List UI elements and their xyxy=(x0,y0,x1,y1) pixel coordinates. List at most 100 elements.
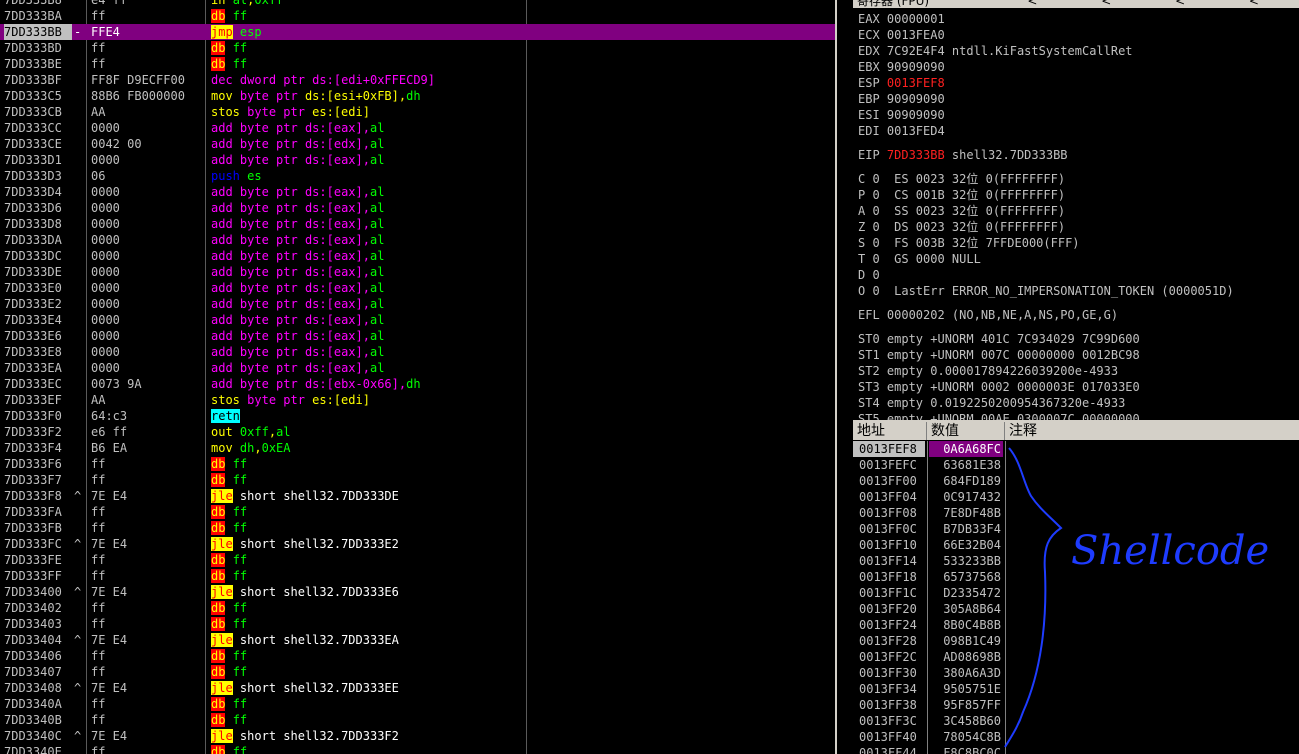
register-line[interactable]: P 0 CS 001B 32位 0(FFFFFFFF) xyxy=(858,187,1298,203)
stack-header-value[interactable]: 数值 xyxy=(927,422,1005,440)
stack-row[interactable]: 0013FF1C D2335472 xyxy=(853,585,1299,601)
register-value-changed[interactable]: 7DD333BB xyxy=(887,148,945,162)
stack-row[interactable]: 0013FF44 F8C8BC0C xyxy=(853,745,1299,754)
register-line[interactable]: ST1 empty +UNORM 007C 00000000 0012BC98 xyxy=(858,347,1298,363)
disasm-row[interactable]: 7DD333D1 0000 add byte ptr ds:[eax],al xyxy=(0,152,835,168)
disasm-row[interactable]: 7DD3340C ^ 7E E4 jle short shell32.7DD333F2 xyxy=(0,728,835,744)
stack-row[interactable]: 0013FF10 66E32B04 xyxy=(853,537,1299,553)
stack-row[interactable]: 0013FEFC 63681E38 xyxy=(853,457,1299,473)
register-line[interactable]: A 0 SS 0023 32位 0(FFFFFFFF) xyxy=(858,203,1298,219)
register-line[interactable]: EIP 7DD333BB shell32.7DD333BB xyxy=(858,147,1298,163)
stack-pane[interactable]: 地址 数值 注释 0013FEF8 0A6A68FC 0013FEFC 63681E3… xyxy=(853,422,1299,754)
register-line[interactable]: T 0 GS 0000 NULL xyxy=(858,251,1298,267)
disasm-row[interactable]: 7DD333CE 0042 00 add byte ptr ds:[edx],al xyxy=(0,136,835,152)
stack-row[interactable]: 0013FF3C 3C458B60 xyxy=(853,713,1299,729)
disasm-row[interactable]: 7DD333CB AA stos byte ptr es:[edi] xyxy=(0,104,835,120)
disasm-row[interactable]: 7DD333F0 64:c3 retn xyxy=(0,408,835,424)
disasm-row[interactable]: 7DD333E0 0000 add byte ptr ds:[eax],al xyxy=(0,280,835,296)
disasm-row[interactable]: 7DD333E8 0000 add byte ptr ds:[eax],al xyxy=(0,344,835,360)
register-line[interactable]: EBX 90909090 xyxy=(858,59,1298,75)
disasm-row[interactable]: 7DD33406 ff db ff xyxy=(0,648,835,664)
disasm-row[interactable]: 7DD333EF AA stos byte ptr es:[edi] xyxy=(0,392,835,408)
stack-row[interactable]: 0013FF04 0C917432 xyxy=(853,489,1299,505)
stack-row[interactable]: 0013FF18 65737568 xyxy=(853,569,1299,585)
disasm-row[interactable]: 7DD333E2 0000 add byte ptr ds:[eax],al xyxy=(0,296,835,312)
disasm-row[interactable]: 7DD333EC 0073 9A add byte ptr ds:[ebx-0x66… xyxy=(0,376,835,392)
stack-row[interactable]: 0013FF08 7E8DF48B xyxy=(853,505,1299,521)
disasm-row[interactable]: 7DD333FF ff db ff xyxy=(0,568,835,584)
disasm-row[interactable]: 7DD333D3 06 push es xyxy=(0,168,835,184)
stack-row[interactable]: 0013FEF8 0A6A68FC xyxy=(853,441,1299,457)
disassembly-listing[interactable]: 7DD333B8 e4 ff in al,0xff 7DD333BA ff db ff 7D… xyxy=(0,0,835,754)
disasm-row[interactable]: 7DD333BB - FFE4 jmp esp xyxy=(0,24,835,40)
register-line[interactable]: S 0 FS 003B 32位 7FFDE000(FFF) xyxy=(858,235,1298,251)
register-line[interactable]: ECX 0013FEA0 xyxy=(858,27,1298,43)
disasm-row[interactable]: 7DD333FE ff db ff xyxy=(0,552,835,568)
disasm-row[interactable]: 7DD333DA 0000 add byte ptr ds:[eax],al xyxy=(0,232,835,248)
disasm-row[interactable]: 7DD333EA 0000 add byte ptr ds:[eax],al xyxy=(0,360,835,376)
register-line[interactable]: C 0 ES 0023 32位 0(FFFFFFFF) xyxy=(858,171,1298,187)
disasm-row[interactable]: 7DD333E6 0000 add byte ptr ds:[eax],al xyxy=(0,328,835,344)
disasm-row[interactable]: 7DD333F2 e6 ff out 0xff,al xyxy=(0,424,835,440)
disasm-row[interactable]: 7DD333DE 0000 add byte ptr ds:[eax],al xyxy=(0,264,835,280)
disasm-row[interactable]: 7DD33400 ^ 7E E4 jle short shell32.7DD333E6 xyxy=(0,584,835,600)
disasm-row[interactable]: 7DD333DC 0000 add byte ptr ds:[eax],al xyxy=(0,248,835,264)
stack-row[interactable]: 0013FF28 098B1C49 xyxy=(853,633,1299,649)
register-line[interactable]: ESP 0013FEF8 xyxy=(858,75,1298,91)
disasm-row[interactable]: 7DD33404 ^ 7E E4 jle short shell32.7DD333EA xyxy=(0,632,835,648)
disasm-row[interactable]: 7DD333C5 88B6 FB000000 mov byte ptr ds:[es… xyxy=(0,88,835,104)
register-line[interactable]: ESI 90909090 xyxy=(858,107,1298,123)
disasm-row[interactable]: 7DD333BD ff db ff xyxy=(0,40,835,56)
stack-header-comment[interactable]: 注释 xyxy=(1005,422,1299,440)
disasm-row[interactable]: 7DD333F7 ff db ff xyxy=(0,472,835,488)
disasm-row[interactable]: 7DD3340A ff db ff xyxy=(0,696,835,712)
register-line[interactable]: ST4 empty 0.01922502009543673​20e-4933 xyxy=(858,395,1298,411)
stack-rows[interactable]: 0013FEF8 0A6A68FC 0013FEFC 63681E38 0013FF00… xyxy=(853,441,1299,754)
register-line[interactable]: ST0 empty +UNORM 401C 7C934029 7C99D600 xyxy=(858,331,1298,347)
disasm-row[interactable]: 7DD333D6 0000 add byte ptr ds:[eax],al xyxy=(0,200,835,216)
register-line[interactable]: ST2 empty 0.0000178942260392​00e-4933 xyxy=(858,363,1298,379)
disasm-row[interactable]: 7DD3340E ff db ff xyxy=(0,744,835,754)
stack-header-address[interactable]: 地址 xyxy=(853,422,927,440)
stack-row[interactable]: 0013FF14 533233BB xyxy=(853,553,1299,569)
register-line[interactable]: EDI 0013FED4 xyxy=(858,123,1298,139)
disasm-row[interactable]: 7DD33408 ^ 7E E4 jle short shell32.7DD333EE xyxy=(0,680,835,696)
register-line[interactable]: ST5 empty +UNORM 00AE 0300007C 00000000 xyxy=(858,411,1298,420)
disasm-row[interactable]: 7DD333D4 0000 add byte ptr ds:[eax],al xyxy=(0,184,835,200)
disasm-row[interactable]: 7DD33402 ff db ff xyxy=(0,600,835,616)
disasm-row[interactable]: 7DD333B8 e4 ff in al,0xff xyxy=(0,0,835,8)
stack-row[interactable]: 0013FF24 8B0C4B8B xyxy=(853,617,1299,633)
disasm-row[interactable]: 7DD33407 ff db ff xyxy=(0,664,835,680)
register-nav-arrows[interactable]: < < < < xyxy=(1027,0,1289,8)
register-line[interactable]: EDX 7C92E4F4 ntdll.KiFastSystemCallRet xyxy=(858,43,1298,59)
disassembly-pane[interactable]: 7DD333B8 e4 ff in al,0xff 7DD333BA ff db ff 7D… xyxy=(0,0,835,754)
register-line[interactable]: EBP 90909090 xyxy=(858,91,1298,107)
disasm-row[interactable]: 7DD3340B ff db ff xyxy=(0,712,835,728)
register-line[interactable]: Z 0 DS 0023 32位 0(FFFFFFFF) xyxy=(858,219,1298,235)
pane-splitter-vertical[interactable] xyxy=(835,0,853,754)
register-line[interactable]: ST3 empty +UNORM 0002 0000003E 017033E0 xyxy=(858,379,1298,395)
disasm-row[interactable]: 7DD333BA ff db ff xyxy=(0,8,835,24)
disasm-row[interactable]: 7DD333FB ff db ff xyxy=(0,520,835,536)
stack-row[interactable]: 0013FF38 95F857FF xyxy=(853,697,1299,713)
stack-row[interactable]: 0013FF00 684FD189 xyxy=(853,473,1299,489)
disasm-row[interactable]: 7DD333FA ff db ff xyxy=(0,504,835,520)
register-line[interactable]: EAX 00000001 xyxy=(858,11,1298,27)
stack-row[interactable]: 0013FF34 9505751E xyxy=(853,681,1299,697)
register-list[interactable]: EAX 00000001 ECX 0013FEA0 EDX 7C92E4F4 ntd… xyxy=(858,11,1298,420)
disasm-row[interactable]: 7DD333F4 B6 EA mov dh,0xEA xyxy=(0,440,835,456)
stack-row[interactable]: 0013FF0C B7DB33F4 xyxy=(853,521,1299,537)
stack-row[interactable]: 0013FF30 380A6A3D xyxy=(853,665,1299,681)
registers-title-bar[interactable]: 寄存器 (FPU) < < < < xyxy=(853,0,1299,8)
register-line[interactable]: O 0 LastErr ERROR_NO_IMPERSONATION_TOKEN… xyxy=(858,283,1298,299)
disasm-row[interactable]: 7DD333FC ^ 7E E4 jle short shell32.7DD333E2 xyxy=(0,536,835,552)
disasm-row[interactable]: 7DD333BE ff db ff xyxy=(0,56,835,72)
disasm-row[interactable]: 7DD333BF FF8F D9ECFF00 dec dword ptr ds:[e… xyxy=(0,72,835,88)
stack-row[interactable]: 0013FF20 305A8B64 xyxy=(853,601,1299,617)
register-value-changed[interactable]: 0013FEF8 xyxy=(887,76,945,90)
register-line[interactable]: D 0 xyxy=(858,267,1298,283)
registers-pane[interactable]: 寄存器 (FPU) < < < < EAX 00000001 ECX 0013FE… xyxy=(853,0,1299,420)
disasm-row[interactable]: 7DD333F8 ^ 7E E4 jle short shell32.7DD333DE xyxy=(0,488,835,504)
disasm-row[interactable]: 7DD33403 ff db ff xyxy=(0,616,835,632)
disasm-row[interactable]: 7DD333E4 0000 add byte ptr ds:[eax],al xyxy=(0,312,835,328)
